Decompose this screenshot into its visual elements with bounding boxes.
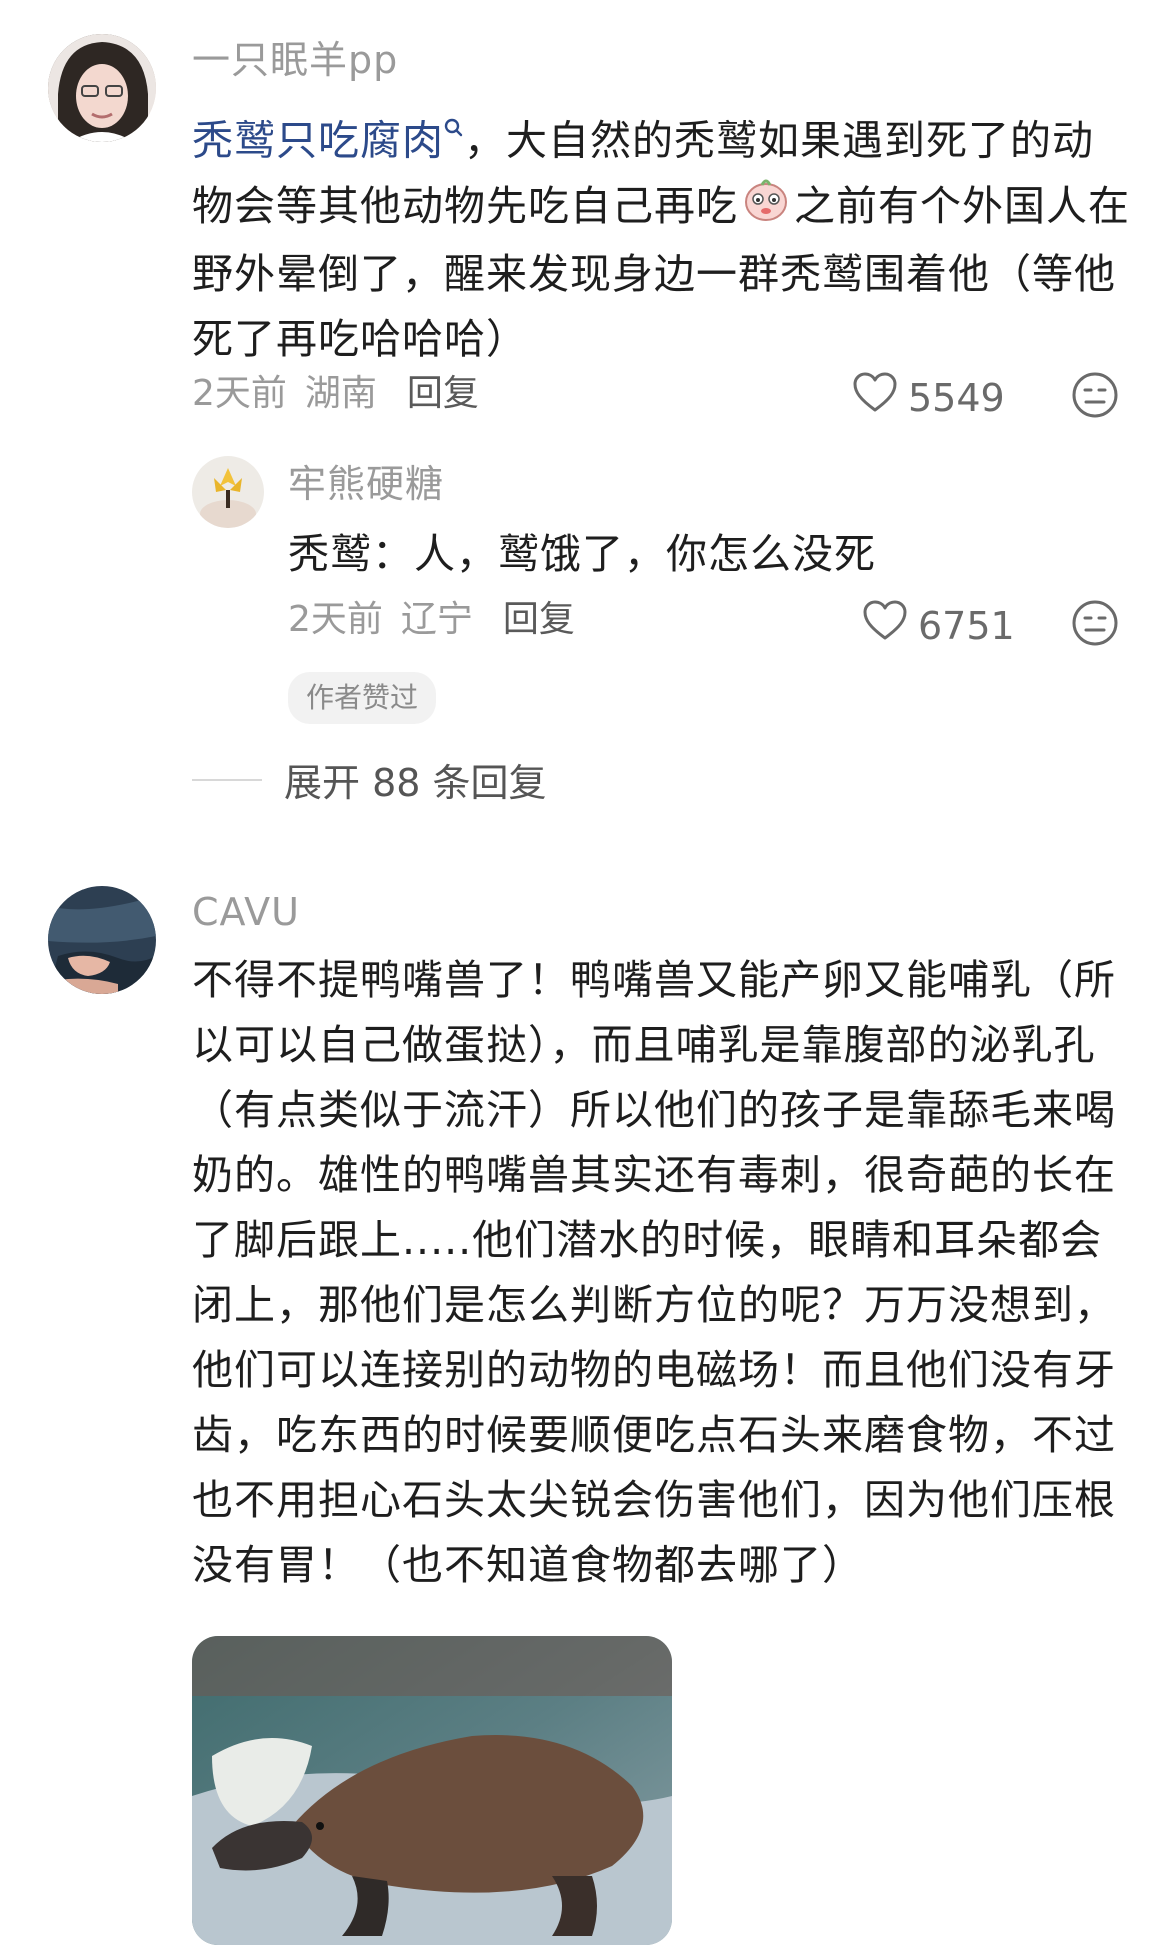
reply-text: 秃鹫：人，鹫饿了，你怎么没死 xyxy=(288,530,876,578)
comment-line: 了脚后跟上.....他们潜水的时候，眼睛和耳朵都会 xyxy=(192,1216,1103,1264)
comment-line: 闭上，那他们是怎么判断方位的呢？万万没想到， xyxy=(192,1281,1116,1329)
location: 湖南 xyxy=(304,373,377,414)
heart-icon xyxy=(852,372,898,423)
comment-line: 不得不提鸭嘴兽了！鸭嘴兽又能产卵又能哺乳（所 xyxy=(192,956,1116,1004)
comment-line: 他们可以连接别的动物的电磁场！而且他们没有牙 xyxy=(192,1346,1116,1394)
avatar-user1[interactable] xyxy=(48,34,156,142)
avatar-reply-user[interactable] xyxy=(192,456,264,528)
username[interactable]: 牢熊硬糖 xyxy=(288,462,444,506)
comment-line: 野外晕倒了，醒来发现身边一群秃鹫围着他（等他 xyxy=(192,250,1116,299)
sad-emoji-icon xyxy=(742,175,790,242)
comment-photo-platypus[interactable] xyxy=(192,1636,672,1945)
reply-button[interactable]: 回复 xyxy=(503,598,575,642)
comment-line: 没有胃！（也不知道食物都去哪了） xyxy=(192,1541,864,1589)
avatar-portrait xyxy=(48,34,156,142)
comment-line: 以可以自己做蛋挞），而且哺乳是靠腹部的泌乳孔 xyxy=(192,1021,1096,1069)
like-button[interactable]: 6751 xyxy=(862,600,1015,651)
heart-icon xyxy=(862,600,908,651)
comment-line-text: 物会等其他动物先吃自己再吃 xyxy=(192,181,738,230)
timestamp: 2天前 xyxy=(192,373,287,414)
comment-line: 也不用担心石头太尖锐会伤害他们，因为他们压根 xyxy=(192,1476,1116,1524)
reply-meta: 2天前 辽宁 回复 xyxy=(288,598,575,642)
avatar-user2[interactable] xyxy=(48,886,156,994)
comment-line: 奶的。雄性的鸭嘴兽其实还有毒刺，很奇葩的长在 xyxy=(192,1151,1116,1199)
dislike-face-icon[interactable] xyxy=(1070,598,1120,652)
comment-text: 不得不提鸭嘴兽了！鸭嘴兽又能产卵又能哺乳（所 以可以自己做蛋挞），而且哺乳是靠腹… xyxy=(192,948,1152,1598)
comment-line: （有点类似于流汗）所以他们的孩子是靠舔毛来喝 xyxy=(192,1086,1116,1134)
expand-replies-button[interactable]: 展开 88 条回复 xyxy=(192,752,547,807)
platypus-image xyxy=(192,1636,672,1945)
like-button[interactable]: 5549 xyxy=(852,372,1005,423)
avatar-image xyxy=(48,886,156,994)
expand-replies-label: 展开 88 条回复 xyxy=(284,761,547,805)
comment-meta: 2天前 湖南 回复 xyxy=(192,372,479,416)
username[interactable]: CAVU xyxy=(192,890,300,934)
search-link[interactable]: 秃鹫只吃腐肉 xyxy=(192,117,444,165)
like-count: 5549 xyxy=(908,375,1005,420)
comment-text: 秃鹫只吃腐肉 ，大自然的秃鹫如果遇到死了的动 物会等其他动物先吃自己再吃 之前有… xyxy=(192,94,1132,372)
comment-line-text: 之前有个外国人在 xyxy=(794,181,1130,230)
like-count: 6751 xyxy=(918,603,1015,648)
comment-line: 秃鹫只吃腐肉 ，大自然的秃鹫如果遇到死了的动 xyxy=(192,94,1132,174)
comment-line: 齿，吃东西的时候要顺便吃点石头来磨食物，不过 xyxy=(192,1411,1116,1459)
username[interactable]: 一只眠羊pp xyxy=(192,38,398,82)
timestamp: 2天前 xyxy=(288,599,383,640)
reply-button[interactable]: 回复 xyxy=(407,372,479,416)
avatar-image xyxy=(192,456,264,528)
author-liked-badge: 作者赞过 xyxy=(288,672,437,724)
dislike-face-icon[interactable] xyxy=(1070,370,1120,424)
comment-line: 物会等其他动物先吃自己再吃 之前有个外国人在 xyxy=(192,174,1132,243)
comment-line: 死了再吃哈哈哈） xyxy=(192,315,528,364)
location: 辽宁 xyxy=(400,599,473,640)
divider-line xyxy=(192,778,262,781)
comment-line-text: ，大自然的秃鹫如果遇到死了的动 xyxy=(464,116,1094,165)
search-icon[interactable] xyxy=(444,94,464,159)
